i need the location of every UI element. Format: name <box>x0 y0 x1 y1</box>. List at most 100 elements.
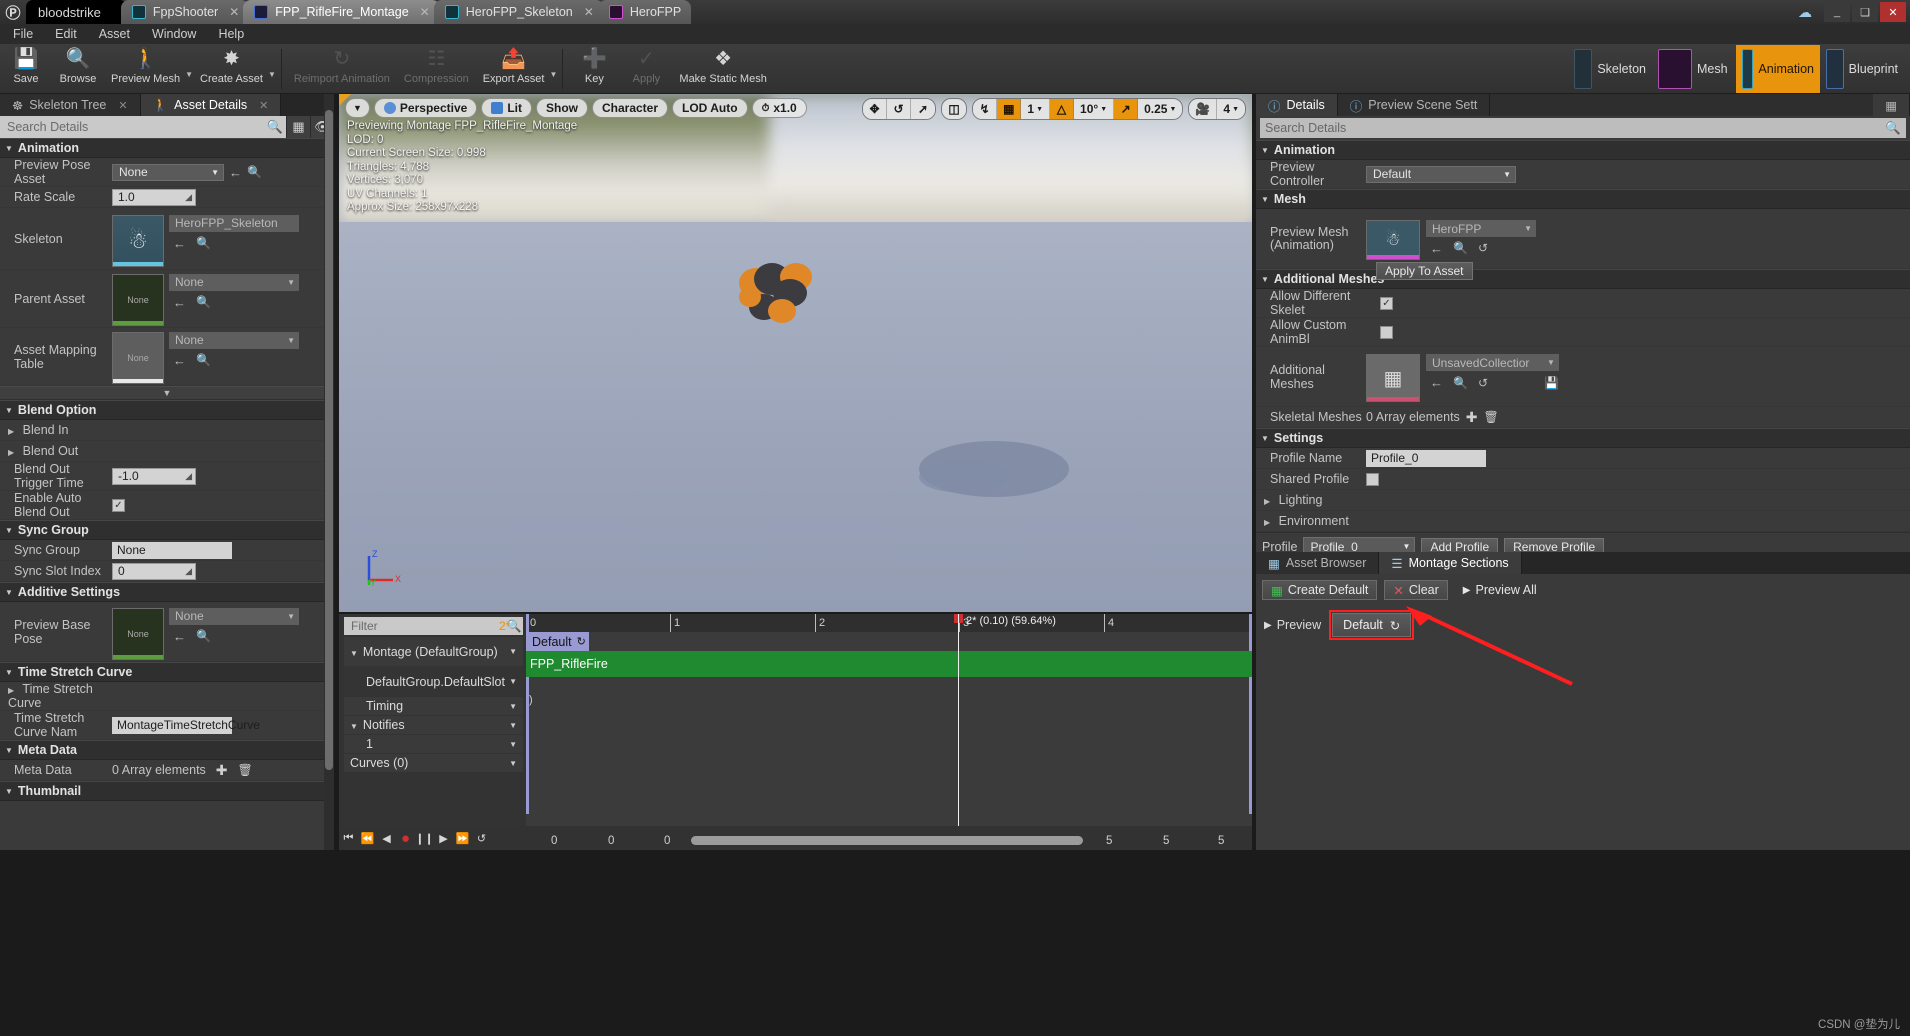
add-element-icon[interactable]: ✚ <box>216 762 228 779</box>
viewport-options-menu[interactable]: ▼ <box>345 98 370 118</box>
toolbar-browse-button[interactable]: 🔍 Browse <box>52 45 104 93</box>
browse-to-asset-icon[interactable]: 🔍 <box>247 165 262 179</box>
world-icon[interactable]: ◫ <box>942 99 967 119</box>
skeleton-object-field[interactable]: HeroFPP_Skeleton <box>169 214 299 232</box>
skip-back-icon[interactable]: ⏮ <box>339 828 358 848</box>
maximize-button[interactable]: ❑ <box>1852 2 1878 22</box>
toolbar-reimport-animation-button[interactable]: ↻ Reimport Animation <box>287 45 397 93</box>
snap-transform-icon[interactable]: ↯ <box>973 99 998 119</box>
browse-to-asset-icon[interactable]: 🔍 <box>196 629 211 644</box>
toolbar-key-button[interactable]: ➕ Key <box>568 45 620 93</box>
blend-out-trigger-time-input[interactable]: -1.0 ◢ <box>112 467 196 485</box>
row-lighting[interactable]: ▶ Lighting <box>1256 490 1910 511</box>
section-time-stretch-curve[interactable]: ▼ Time Stretch Curve <box>0 662 334 682</box>
viewport-lod-button[interactable]: LOD Auto <box>672 98 748 118</box>
window-tab-herofpp[interactable]: HeroFPP <box>597 0 692 24</box>
toolbar-make-static-mesh-button[interactable]: ❖ Make Static Mesh <box>672 45 773 93</box>
browse-to-asset-icon[interactable]: 🔍 <box>1453 241 1468 256</box>
menu-file[interactable]: File <box>2 24 44 44</box>
spinner-icon[interactable]: ◢ <box>185 192 192 203</box>
section-meta-data[interactable]: ▼ Meta Data <box>0 740 334 760</box>
menu-edit[interactable]: Edit <box>44 24 88 44</box>
window-tab-fpp-riflefire-montage[interactable]: FPP_RifleFire_Montage ✕ <box>243 0 440 24</box>
viewport-lit-button[interactable]: Lit <box>481 98 532 118</box>
step-back-icon[interactable]: ⏪ <box>358 828 377 848</box>
preview-mesh-thumbnail[interactable]: ☃ <box>1366 220 1420 260</box>
reset-icon[interactable]: ↻ <box>577 635 586 648</box>
chevron-down-icon[interactable]: ▼ <box>509 721 517 730</box>
profile-name-input[interactable]: Profile_0 <box>1366 449 1486 467</box>
preview-base-pose-object-field[interactable]: None ▼ <box>169 607 299 625</box>
use-selected-icon[interactable]: ← <box>1430 375 1443 390</box>
close-icon[interactable]: ✕ <box>584 5 594 19</box>
montage-clip-track[interactable]: FPP_RifleFire <box>526 651 1252 677</box>
close-icon[interactable]: ✕ <box>259 99 268 112</box>
camera-speed-icon[interactable]: 🎥 <box>1189 99 1218 119</box>
preview-all-button[interactable]: ▶ Preview All <box>1455 580 1545 600</box>
section-blend-option[interactable]: ▼ Blend Option <box>0 400 334 420</box>
mode-skeleton-button[interactable]: Skeleton <box>1568 45 1652 93</box>
time-stretch-curve-name-input[interactable]: MontageTimeStretchCurve <box>112 716 260 734</box>
use-selected-icon[interactable]: ← <box>1430 241 1443 256</box>
track-notify-1[interactable]: 1 ▼ <box>344 735 523 753</box>
browse-to-asset-icon[interactable]: 🔍 <box>196 353 211 368</box>
right-search-input[interactable]: Search Details 🔍 <box>1260 118 1906 138</box>
section-preview-animation[interactable]: ▼ Animation <box>1256 140 1910 160</box>
close-icon[interactable]: ✕ <box>118 99 127 112</box>
menu-help[interactable]: Help <box>207 24 255 44</box>
scrollbar-thumb[interactable] <box>325 110 333 770</box>
tab-details[interactable]: ⓘ Details <box>1256 94 1338 116</box>
track-notifies[interactable]: ▼ Notifies ▼ <box>344 716 523 734</box>
toolbar-compression-button[interactable]: ☷ Compression <box>397 45 476 93</box>
section-animation[interactable]: ▼ Animation <box>0 138 334 158</box>
timeline-filter-input[interactable]: Filter <box>344 617 505 635</box>
toolbar-apply-button[interactable]: ✓ Apply <box>620 45 672 93</box>
mode-animation-button[interactable]: Animation <box>1736 44 1820 93</box>
menu-window[interactable]: Window <box>141 24 207 44</box>
chevron-down-icon[interactable]: ▼ <box>509 677 517 686</box>
viewport-perspective-button[interactable]: Perspective <box>373 98 478 118</box>
section-preview-mesh[interactable]: ▼ Mesh <box>1256 189 1910 209</box>
minimize-button[interactable]: _ <box>1824 2 1850 22</box>
default-section-button[interactable]: Default ↻ <box>1332 613 1412 637</box>
menu-asset[interactable]: Asset <box>88 24 141 44</box>
viewport-character-button[interactable]: Character <box>591 98 669 118</box>
move-icon[interactable]: ✥ <box>863 99 888 119</box>
close-icon[interactable]: ✕ <box>420 5 430 19</box>
toolbar-create-asset-button[interactable]: ✸ Create Asset <box>193 45 270 93</box>
create-default-button[interactable]: ▦ Create Default <box>1262 580 1378 600</box>
pause-icon[interactable]: ❙❙ <box>415 828 434 848</box>
parent-asset-object-field[interactable]: None ▼ <box>169 273 299 291</box>
enable-auto-blend-out-checkbox[interactable]: ✓ <box>112 498 125 512</box>
rotate-icon[interactable]: ↺ <box>887 99 912 119</box>
use-selected-icon[interactable]: ← <box>229 165 242 180</box>
grid-view-icon[interactable]: ▦ <box>286 116 310 138</box>
add-element-icon[interactable]: ✚ <box>1466 409 1478 426</box>
grid-size-value[interactable]: 1 ▼ <box>1021 99 1051 119</box>
preview-base-pose-thumbnail[interactable]: None <box>112 607 164 660</box>
preview-controller-combo[interactable]: Default ▼ <box>1366 165 1516 183</box>
reset-icon[interactable]: ↺ <box>1478 241 1488 256</box>
timeline-playhead[interactable] <box>958 614 959 850</box>
track-curves[interactable]: Curves (0) ▼ <box>344 754 523 772</box>
cloud-icon[interactable]: ☁ <box>1798 4 1812 21</box>
browse-to-asset-icon[interactable]: 🔍 <box>196 295 211 310</box>
section-settings[interactable]: ▼ Settings <box>1256 428 1910 448</box>
search-icon[interactable]: 🔍 <box>1885 121 1901 136</box>
preview-pose-asset-combo[interactable]: None ▼ <box>112 163 224 181</box>
delete-icon[interactable]: 🗑 <box>1484 410 1499 424</box>
viewport-playback-speed-button[interactable]: ⏱ x1.0 <box>751 98 807 118</box>
timeline-tracks-area[interactable]: 0 1 2 3 4 2* (0.10) (59.64%) Default ↻ F… <box>526 614 1252 850</box>
search-icon[interactable]: 🔍 <box>264 116 286 138</box>
use-selected-icon[interactable]: ← <box>173 353 186 368</box>
section-additional-meshes[interactable]: ▼ Additional Meshes <box>1256 269 1910 289</box>
allow-different-skeletons-checkbox[interactable]: ✓ <box>1380 296 1393 310</box>
panel-layout-icon[interactable]: ▦ <box>1873 94 1910 116</box>
row-blend-out[interactable]: ▶ Blend Out <box>0 441 334 462</box>
row-blend-in[interactable]: ▶ Blend In <box>0 420 334 441</box>
tab-preview-scene-settings[interactable]: ⓘ Preview Scene Sett <box>1337 94 1491 116</box>
use-selected-icon[interactable]: ← <box>173 236 186 251</box>
expand-section-handle[interactable]: ▼ <box>0 386 334 400</box>
scale-icon[interactable]: ➚ <box>911 99 936 119</box>
asset-mapping-object-field[interactable]: None ▼ <box>169 331 299 349</box>
